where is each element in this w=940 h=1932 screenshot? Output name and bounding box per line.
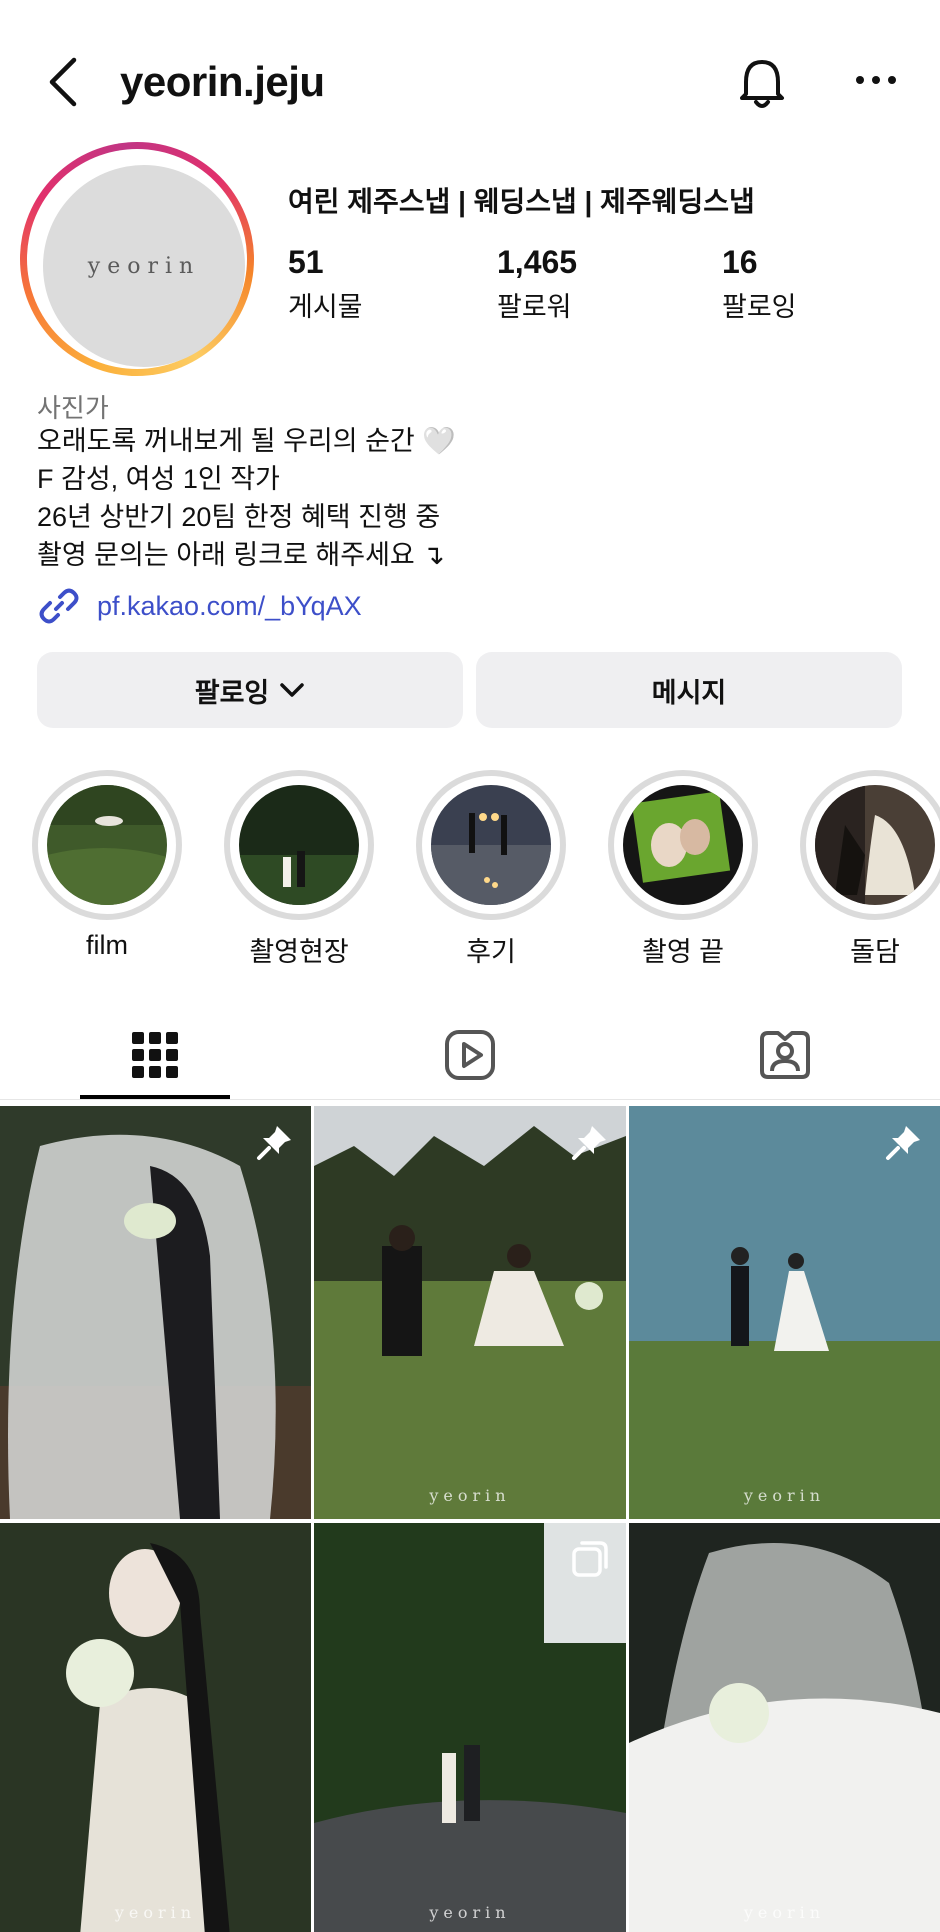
posts-grid: yeorin yeorin yeorin yeorin yeorin	[0, 1106, 940, 1932]
profile-username: yeorin.jeju	[120, 58, 325, 105]
grid-icon	[132, 1032, 178, 1078]
bio-line: 26년 상반기 20팀 한정 혜택 진행 중	[37, 502, 441, 532]
grid-post[interactable]: yeorin	[314, 1106, 626, 1519]
stat-posts-label: 게시물	[288, 292, 363, 322]
watermark-text: yeorin	[429, 1486, 511, 1505]
avatar-story-ring[interactable]: yeorin	[20, 142, 254, 376]
couple-forest-road-photo	[314, 1523, 626, 1932]
bio-line: 촬영 문의는 아래 링크로 해주세요 ↴	[37, 540, 445, 570]
pin-icon	[572, 1126, 606, 1160]
more-options-icon[interactable]	[846, 60, 906, 100]
link-icon	[39, 588, 79, 624]
stat-followers[interactable]: 1,465 팔로워	[497, 244, 577, 324]
bell-icon[interactable]	[730, 52, 794, 112]
multi-photo-icon	[572, 1541, 608, 1577]
bio-line: F 감성, 여성 1인 작가	[37, 464, 280, 494]
print-photo	[623, 785, 743, 905]
message-button[interactable]: 메시지	[476, 652, 902, 728]
grid-post[interactable]: yeorin	[629, 1106, 940, 1519]
couple-at-night-photo	[239, 785, 359, 905]
highlight-shoot-end[interactable]: 촬영 끝	[608, 770, 758, 969]
message-button-label: 메시지	[651, 677, 727, 708]
bride-bouquet-photo	[0, 1523, 311, 1932]
link-text[interactable]: pf.kakao.com/_bYqAX	[97, 591, 362, 622]
avatar-logo-text: yeorin	[87, 253, 201, 279]
grid-post[interactable]	[0, 1106, 311, 1519]
grid-post[interactable]: yeorin	[629, 1523, 940, 1932]
tab-tagged[interactable]	[630, 1010, 940, 1100]
grass-field-photo	[47, 785, 167, 905]
highlight-shooting-site[interactable]: 촬영현장	[224, 770, 374, 969]
highlight-label: 돌담	[850, 937, 900, 967]
tabs-divider	[0, 1099, 940, 1100]
following-button-label: 팔로잉	[194, 677, 270, 708]
following-button[interactable]: 팔로잉	[37, 652, 463, 728]
avatar: yeorin	[43, 165, 245, 367]
tab-reels[interactable]	[315, 1010, 625, 1100]
highlight-stone-wall[interactable]: 돌담	[800, 770, 940, 969]
stat-followers-value: 1,465	[497, 244, 578, 280]
pin-icon	[257, 1126, 291, 1160]
display-name: 여린 제주스냅 | 웨딩스냅 | 제주웨딩스냅	[288, 186, 755, 217]
watermark-text: yeorin	[743, 1486, 826, 1505]
stat-following[interactable]: 16 팔로잉	[722, 244, 797, 324]
highlight-label: 촬영현장	[249, 937, 349, 967]
watermark-text: yeorin	[429, 1903, 511, 1922]
tagged-icon	[760, 1031, 810, 1079]
reels-icon	[445, 1030, 495, 1080]
couple-seaside-photo	[629, 1106, 940, 1519]
watermark-text: yeorin	[114, 1903, 197, 1922]
bride-dress-photo	[815, 785, 935, 905]
grid-post[interactable]: yeorin	[314, 1523, 626, 1932]
chevron-down-icon	[280, 683, 305, 697]
sparkler-beach-photo	[431, 785, 551, 905]
highlight-label: film	[86, 930, 128, 960]
highlight-reviews[interactable]: 후기	[416, 770, 566, 969]
grid-post[interactable]: yeorin	[0, 1523, 311, 1932]
profile-category: 사진가	[37, 393, 109, 423]
stat-followers-label: 팔로워	[497, 292, 572, 322]
back-arrow-icon[interactable]	[40, 52, 88, 112]
highlight-label: 후기	[466, 937, 516, 967]
pin-icon	[886, 1126, 920, 1160]
highlight-film[interactable]: film	[32, 770, 182, 961]
stat-following-value: 16	[722, 244, 758, 280]
bio-line: 오래도록 꺼내보게 될 우리의 순간 🤍	[37, 426, 456, 456]
couple-running-field-photo	[314, 1106, 626, 1519]
profile-link[interactable]: pf.kakao.com/_bYqAX	[37, 584, 362, 628]
stat-following-label: 팔로잉	[722, 292, 797, 322]
stat-posts-value: 51	[288, 244, 324, 280]
watermark-text: yeorin	[743, 1903, 826, 1922]
stat-posts[interactable]: 51 게시물	[288, 244, 363, 324]
top-bar: yeorin.jeju	[0, 0, 940, 160]
tab-posts-grid[interactable]	[0, 1010, 310, 1100]
highlight-label: 촬영 끝	[641, 937, 725, 967]
veil-couple-photo	[0, 1106, 311, 1519]
bride-veil-tulle-photo	[629, 1523, 940, 1932]
profile-bio: 오래도록 꺼내보게 될 우리의 순간 🤍 F 감성, 여성 1인 작가 26년 …	[37, 422, 456, 574]
